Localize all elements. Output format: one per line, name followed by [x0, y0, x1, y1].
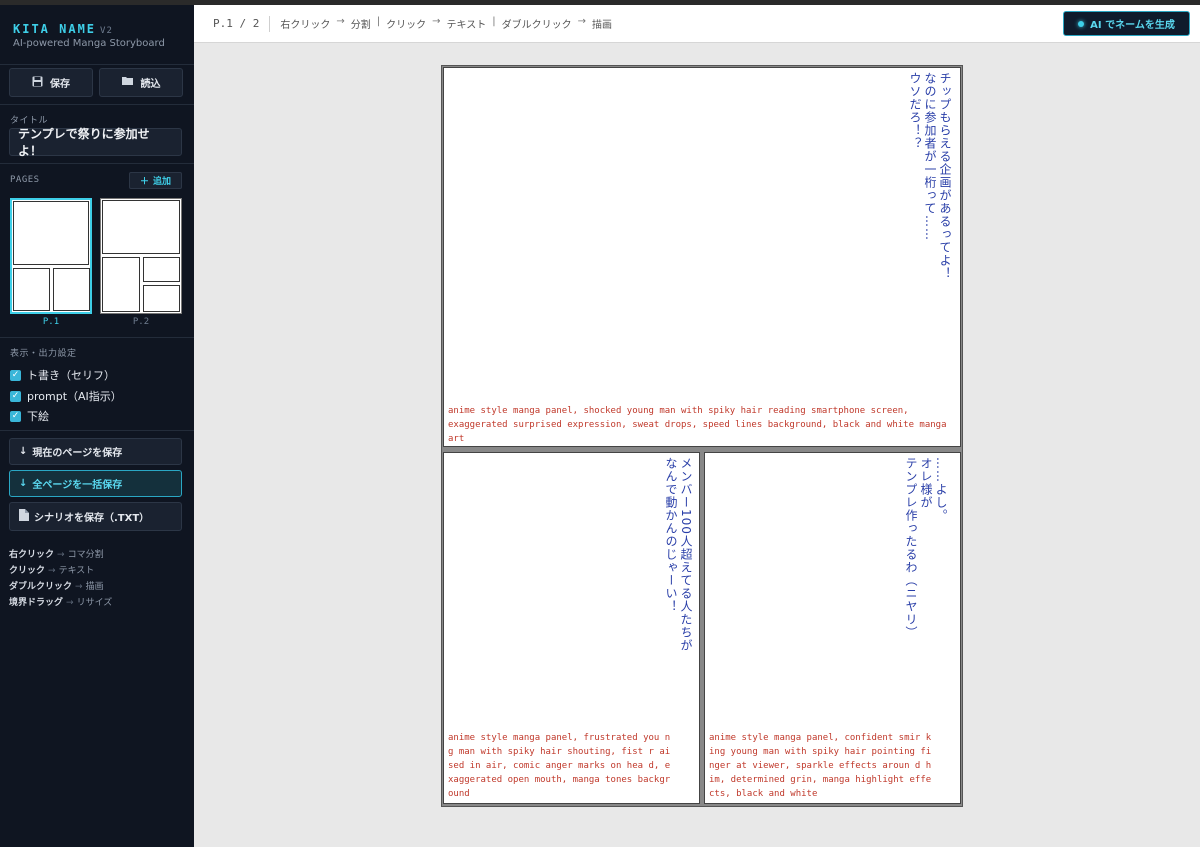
load-button-label: 読込	[140, 79, 161, 90]
option-label: ト書き（セリフ）	[27, 369, 115, 382]
save-current-page-button[interactable]: ↓ 現在のページを保存	[9, 438, 182, 465]
button-label: 現在のページを保存	[32, 448, 123, 459]
divider	[0, 163, 194, 164]
arrow-right-icon: →	[577, 16, 586, 27]
panel-prompt[interactable]: anime style manga panel, confident smir …	[709, 731, 935, 801]
add-page-label: 追加	[153, 177, 172, 187]
crumb: 描画	[591, 20, 612, 31]
crumb: 右クリック	[280, 20, 331, 31]
thumb-panel	[53, 268, 90, 311]
app-version: V2	[100, 26, 113, 36]
app-subtitle: AI-powered Manga Storyboard	[13, 38, 165, 49]
thumb-panel	[13, 268, 50, 311]
pages-section-label: PAGES	[10, 175, 40, 185]
title-input[interactable]: テンプレで祭りに参加せよ！	[9, 127, 182, 158]
checkbox-checked-icon[interactable]: ✓	[10, 369, 21, 381]
option-dialogue[interactable]: ✓ ト書き（セリフ）	[10, 367, 115, 383]
ai-generate-button[interactable]: AI でネームを生成	[1063, 11, 1190, 36]
manga-panel-1[interactable]: チップもらえる企画があるってよ！ なのに参加者が一桁って…… ウソだろ！？ an…	[443, 67, 961, 447]
page-thumbnail-label: P.2	[132, 317, 150, 327]
thumb-panel	[13, 201, 89, 265]
save-button-label: 保存	[50, 79, 70, 90]
thumb-panel	[102, 257, 140, 312]
floppy-disk-icon	[32, 76, 43, 90]
button-label: シナリオを保存（.TXT）	[34, 513, 150, 524]
hint-row: 右クリック → コマ分割	[9, 550, 104, 560]
thumb-panel	[102, 200, 180, 254]
divider	[0, 104, 194, 105]
ai-generate-label: AI でネームを生成	[1090, 20, 1175, 31]
option-label: 下絵	[27, 410, 49, 423]
plus-icon: ＋	[139, 177, 149, 187]
hint-row: クリック → テキスト	[9, 566, 95, 576]
load-button[interactable]: 読込	[99, 68, 183, 97]
brand: KITA NAME V2	[13, 18, 113, 37]
checkbox-checked-icon[interactable]: ✓	[10, 410, 21, 422]
folder-icon	[121, 76, 134, 89]
crumb: クリック	[386, 20, 427, 31]
panel-dialogue[interactable]: チップもらえる企画があるってよ！ なのに参加者が一桁って…… ウソだろ！？	[907, 72, 952, 372]
divider	[0, 64, 194, 65]
thumb-panel	[143, 257, 180, 282]
sidebar: KITA NAME V2 AI-powered Manga Storyboard …	[0, 5, 194, 847]
save-all-pages-button[interactable]: ↓ 全ページを一括保存	[9, 470, 182, 497]
status-dot-icon	[1078, 20, 1085, 27]
panel-dialogue[interactable]: ……よし。 オレ様が テンプレ作ったるわ（ニヤリ）	[903, 457, 948, 757]
divider	[0, 430, 194, 431]
down-arrow-icon: ↓	[19, 446, 28, 457]
panel-prompt[interactable]: anime style manga panel, frustrated you …	[448, 731, 674, 801]
option-sketch[interactable]: ✓ 下絵	[10, 408, 49, 424]
hint-row: ダブルクリック → 描画	[9, 582, 104, 592]
instruction-breadcrumb: 右クリック → 分割 | クリック → テキスト | ダブルクリック → 描画	[280, 16, 612, 31]
thumb-panel	[143, 285, 180, 312]
panel-prompt[interactable]: anime style manga panel, shocked young m…	[448, 404, 956, 446]
manga-panel-3[interactable]: ……よし。 オレ様が テンプレ作ったるわ（ニヤリ） anime style ma…	[704, 452, 961, 804]
manga-page-canvas[interactable]: チップもらえる企画があるってよ！ なのに参加者が一桁って…… ウソだろ！？ an…	[441, 65, 963, 807]
crumb-separator: |	[492, 16, 496, 27]
divider	[269, 15, 271, 32]
add-page-button[interactable]: ＋ 追加	[129, 172, 182, 189]
topbar: P.1 / 2 右クリック → 分割 | クリック → テキスト | ダブルクリ…	[194, 5, 1200, 43]
display-section-label: 表示・出力設定	[10, 349, 77, 359]
arrow-right-icon: →	[432, 16, 441, 27]
page-thumbnail-label: P.1	[42, 317, 60, 327]
panel-dialogue[interactable]: メンバー100人超えてる人たちが なんで動かんのじゃーい！	[663, 457, 693, 757]
arrow-right-icon: →	[336, 16, 345, 27]
down-arrow-icon: ↓	[19, 478, 28, 489]
app-name: KITA NAME	[13, 22, 97, 36]
button-label: 全ページを一括保存	[32, 480, 123, 491]
crumb: 分割	[350, 20, 371, 31]
hint-row: 境界ドラッグ → リサイズ	[9, 598, 113, 608]
divider	[0, 337, 194, 338]
crumb-separator: |	[376, 16, 381, 27]
crumb: テキスト	[446, 20, 487, 31]
page-thumbnail-2[interactable]	[100, 198, 182, 314]
document-icon	[19, 509, 29, 524]
option-prompt[interactable]: ✓ prompt（AI指示）	[10, 388, 122, 404]
save-button[interactable]: 保存	[9, 68, 93, 97]
checkbox-checked-icon[interactable]: ✓	[10, 390, 21, 402]
option-label: prompt（AI指示）	[27, 390, 122, 403]
page-indicator: P.1 / 2	[213, 17, 260, 30]
save-scenario-button[interactable]: シナリオを保存（.TXT）	[9, 502, 182, 531]
manga-panel-2[interactable]: メンバー100人超えてる人たちが なんで動かんのじゃーい！ anime styl…	[443, 452, 700, 804]
page-thumbnail-1[interactable]	[10, 198, 92, 314]
crumb: ダブルクリック	[501, 20, 572, 31]
